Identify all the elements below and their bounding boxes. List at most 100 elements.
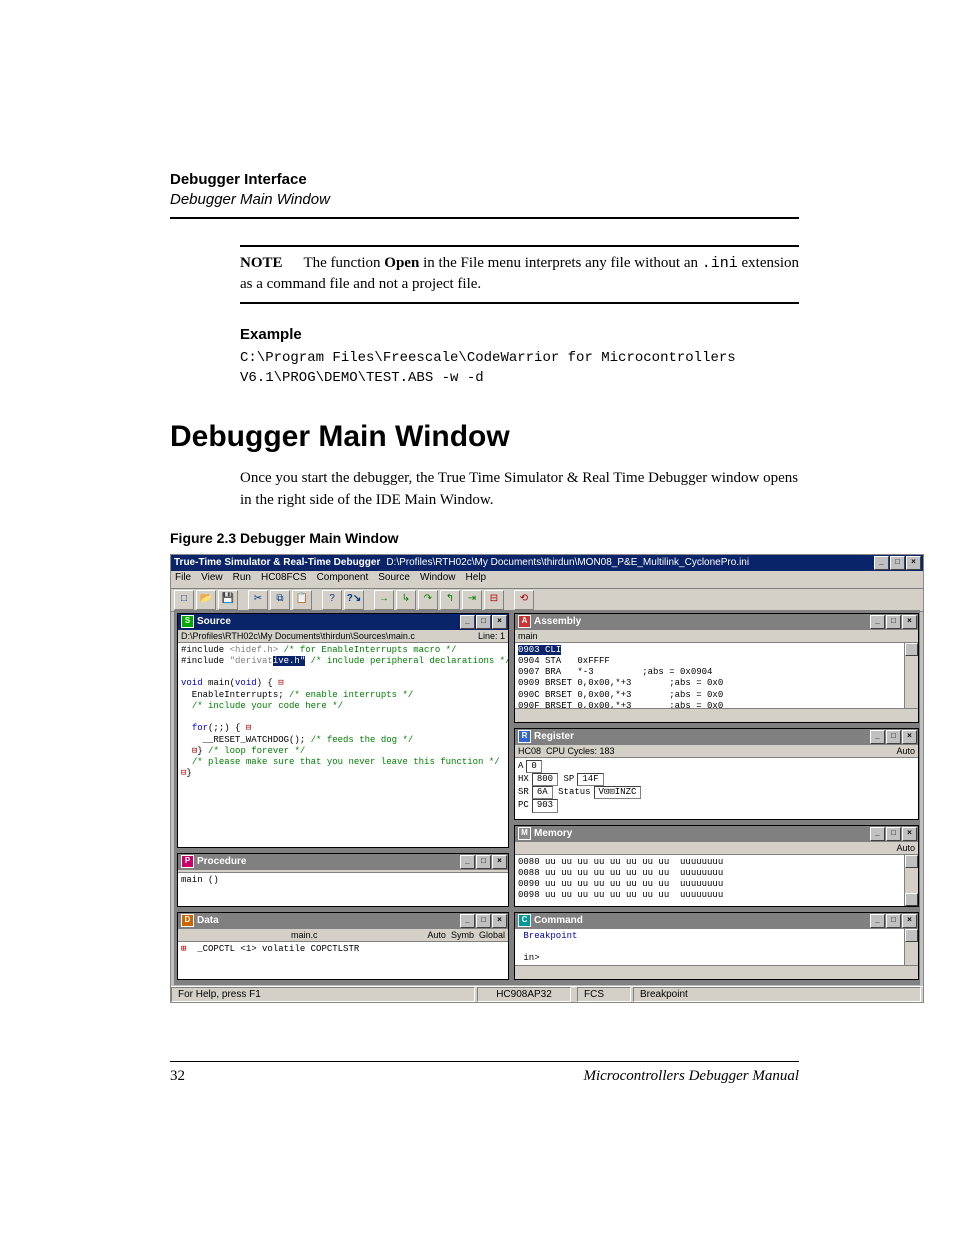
scrollbar-icon[interactable] bbox=[904, 855, 918, 906]
source-window[interactable]: SSource _□× D:\Profiles\RTH02c\My Docume… bbox=[177, 613, 509, 848]
mdi-area: SSource _□× D:\Profiles\RTH02c\My Docume… bbox=[174, 610, 920, 985]
tool-cut-icon[interactable]: ✂ bbox=[248, 590, 268, 610]
procedure-body[interactable]: main () bbox=[178, 873, 508, 906]
app-title-path: D:\Profiles\RTH02c\My Documents\thirdun\… bbox=[386, 557, 749, 568]
tool-halt-icon[interactable]: ⊟ bbox=[484, 590, 504, 610]
command-window[interactable]: CCommand _□× Breakpoint in> bbox=[514, 912, 919, 980]
register-status[interactable]: V⊡⊡INZC bbox=[594, 786, 642, 799]
register-a[interactable]: 0 bbox=[526, 760, 541, 773]
tool-run-icon[interactable]: → bbox=[374, 590, 394, 610]
source-title: Source bbox=[197, 616, 231, 627]
register-pc[interactable]: 903 bbox=[532, 799, 558, 812]
debugger-screenshot: True-Time Simulator & Real-Time Debugger… bbox=[170, 554, 924, 1003]
data-file: main.c bbox=[181, 930, 427, 940]
menu-component[interactable]: Component bbox=[317, 572, 369, 587]
scrollbar-icon[interactable] bbox=[515, 708, 918, 722]
source-icon: S bbox=[181, 615, 194, 628]
page-footer: 32 Microcontrollers Debugger Manual bbox=[170, 1061, 799, 1085]
data-window[interactable]: DData _□× main.c Auto Symb Global ⊞ _COP… bbox=[177, 912, 509, 980]
register-sr[interactable]: 6A bbox=[532, 786, 553, 799]
command-icon: C bbox=[518, 914, 531, 927]
procedure-window[interactable]: PProcedure _□× main () bbox=[177, 853, 509, 907]
tool-stepout-icon[interactable]: ↰ bbox=[440, 590, 460, 610]
source-line-indicator: Line: 1 bbox=[478, 631, 505, 641]
memory-body[interactable]: 0080 uu uu uu uu uu uu uu uu uuuuuuuu 00… bbox=[515, 855, 918, 906]
tool-copy-icon[interactable]: ⧉ bbox=[270, 590, 290, 610]
register-sp[interactable]: 14F bbox=[577, 773, 603, 786]
minimize-icon[interactable]: _ bbox=[870, 827, 885, 841]
menu-window[interactable]: Window bbox=[420, 572, 456, 587]
procedure-icon: P bbox=[181, 855, 194, 868]
register-title: Register bbox=[534, 731, 574, 742]
assembly-window[interactable]: AAssembly _□× main 0903 CLI 0904 STA 0xF… bbox=[514, 613, 919, 723]
minimize-icon[interactable]: _ bbox=[870, 914, 885, 928]
minimize-icon[interactable]: _ bbox=[870, 615, 885, 629]
close-icon[interactable]: × bbox=[492, 914, 507, 928]
maximize-icon[interactable]: □ bbox=[886, 730, 901, 744]
menu-file[interactable]: File bbox=[175, 572, 191, 587]
assembly-body[interactable]: 0903 CLI 0904 STA 0xFFFF 0907 BRA *-3 ;a… bbox=[515, 643, 918, 722]
page-title: Debugger Main Window bbox=[170, 420, 799, 454]
command-title: Command bbox=[534, 915, 583, 926]
source-body[interactable]: #include <hidef.h> /* for EnableInterrup… bbox=[178, 643, 508, 847]
close-icon[interactable]: × bbox=[492, 615, 507, 629]
close-icon[interactable]: × bbox=[492, 855, 507, 869]
tool-help-icon[interactable]: ? bbox=[322, 590, 342, 610]
data-icon: D bbox=[181, 914, 194, 927]
minimize-icon[interactable]: _ bbox=[460, 855, 475, 869]
maximize-icon[interactable]: □ bbox=[886, 914, 901, 928]
minimize-icon[interactable]: _ bbox=[460, 914, 475, 928]
example-code: C:\Program Files\Freescale\CodeWarrior f… bbox=[240, 349, 799, 388]
close-icon[interactable]: × bbox=[902, 615, 917, 629]
close-icon[interactable]: × bbox=[902, 827, 917, 841]
data-body[interactable]: ⊞ _COPCTL <1> volatile COPCTLSTR bbox=[178, 942, 508, 979]
minimize-icon[interactable]: _ bbox=[874, 556, 889, 570]
header-section: Debugger Interface bbox=[170, 170, 799, 190]
header-rule bbox=[170, 217, 799, 219]
close-icon[interactable]: × bbox=[906, 556, 921, 570]
menu-view[interactable]: View bbox=[201, 572, 223, 587]
menu-source[interactable]: Source bbox=[378, 572, 410, 587]
menu-run[interactable]: Run bbox=[233, 572, 251, 587]
tool-save-icon[interactable]: 💾 bbox=[218, 590, 238, 610]
maximize-icon[interactable]: □ bbox=[476, 855, 491, 869]
status-mode: FCS bbox=[577, 987, 631, 1002]
tool-open-icon[interactable]: 📂 bbox=[196, 590, 216, 610]
close-icon[interactable]: × bbox=[902, 914, 917, 928]
tool-asm-step-icon[interactable]: ⇥ bbox=[462, 590, 482, 610]
page-number: 32 bbox=[170, 1068, 185, 1085]
maximize-icon[interactable]: □ bbox=[476, 615, 491, 629]
maximize-icon[interactable]: □ bbox=[476, 914, 491, 928]
tool-stepover-icon[interactable]: ↷ bbox=[418, 590, 438, 610]
maximize-icon[interactable]: □ bbox=[886, 615, 901, 629]
tool-new-icon[interactable]: □ bbox=[174, 590, 194, 610]
memory-window[interactable]: MMemory _□× Auto 0080 uu uu uu uu uu uu … bbox=[514, 825, 919, 907]
close-icon[interactable]: × bbox=[902, 730, 917, 744]
menu-hc08fcs[interactable]: HC08FCS bbox=[261, 572, 307, 587]
tool-stepinto-icon[interactable]: ↳ bbox=[396, 590, 416, 610]
note-label: NOTE bbox=[240, 253, 300, 275]
header-subsection: Debugger Main Window bbox=[170, 190, 799, 210]
minimize-icon[interactable]: _ bbox=[460, 615, 475, 629]
maximize-icon[interactable]: □ bbox=[890, 556, 905, 570]
register-mode: Auto bbox=[896, 746, 915, 756]
tool-whatsthis-icon[interactable]: ?↘ bbox=[344, 590, 364, 610]
maximize-icon[interactable]: □ bbox=[886, 827, 901, 841]
running-header: Debugger Interface Debugger Main Window bbox=[170, 170, 799, 211]
command-body[interactable]: Breakpoint in> bbox=[515, 929, 918, 979]
menu-help[interactable]: Help bbox=[466, 572, 487, 587]
register-hx[interactable]: 800 bbox=[532, 773, 558, 786]
memory-title: Memory bbox=[534, 828, 572, 839]
scrollbar-icon[interactable] bbox=[515, 965, 918, 979]
register-window[interactable]: RRegister _□× HC08 CPU Cycles: 183Auto A… bbox=[514, 728, 919, 820]
memory-icon: M bbox=[518, 827, 531, 840]
tool-reset-icon[interactable]: ⟲ bbox=[514, 590, 534, 610]
app-title: True-Time Simulator & Real-Time Debugger bbox=[174, 557, 380, 568]
assembly-head: main bbox=[518, 631, 538, 641]
tool-paste-icon[interactable]: 📋 bbox=[292, 590, 312, 610]
status-help: For Help, press F1 bbox=[171, 987, 475, 1002]
minimize-icon[interactable]: _ bbox=[870, 730, 885, 744]
toolbar: □ 📂 💾 ✂ ⧉ 📋 ? ?↘ → ↳ ↷ ↰ ⇥ ⊟ ⟲ bbox=[171, 589, 923, 612]
register-body[interactable]: A0 HX800 SP14F SR6A StatusV⊡⊡INZC PC903 bbox=[515, 758, 918, 819]
note-text: The function Open in the File menu inter… bbox=[240, 255, 799, 293]
